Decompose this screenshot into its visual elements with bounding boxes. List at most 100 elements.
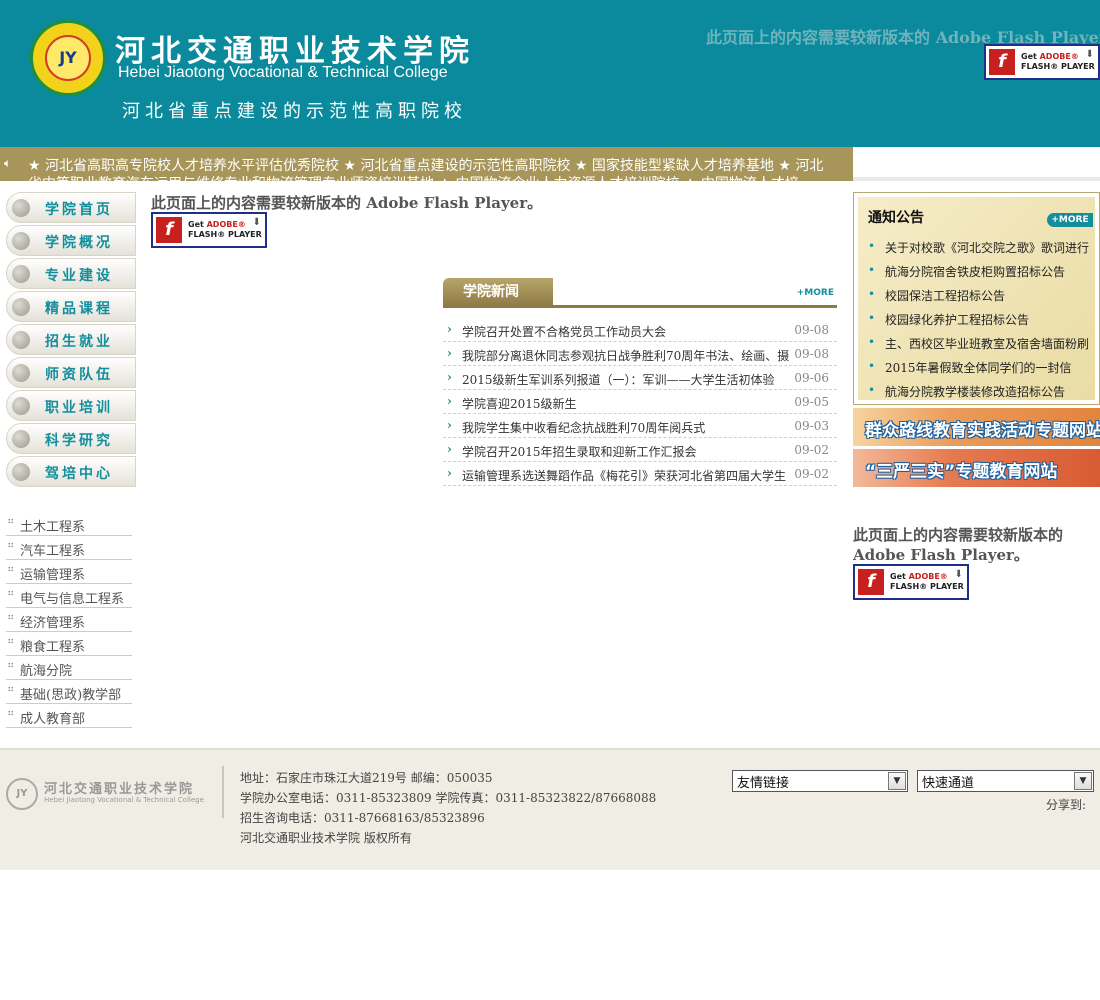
quick-access-select[interactable]: 快速通道 ▼ xyxy=(917,770,1094,792)
news-item[interactable]: › 学院召开2015年招生录取和迎新工作汇报会 09-02 xyxy=(443,438,837,462)
chevron-right-icon: › xyxy=(447,442,452,456)
department-item[interactable]: ⠶ 成人教育部 xyxy=(6,704,132,728)
news-header: 学院新闻 +MORE xyxy=(443,278,837,308)
chevron-down-icon: ▼ xyxy=(888,772,906,790)
nav-item-home[interactable]: 学院首页 xyxy=(6,192,136,223)
chevron-right-icon: › xyxy=(447,346,452,360)
news-item[interactable]: › 学院召开处置不合格党员工作动员大会 09-08 xyxy=(443,318,837,342)
footer-address: 地址：石家庄市珠江大道219号 邮编：050035 xyxy=(240,771,493,785)
news-item[interactable]: › 我院部分离退休同志参观抗日战争胜利70周年书法、绘画、摄 09-08 xyxy=(443,342,837,366)
footer-logo-cn: 河北交通职业技术学院 xyxy=(44,782,195,797)
friend-links-select[interactable]: 友情链接 ▼ xyxy=(732,770,908,792)
right-flash-notice: 此页面上的内容需要较新版本的 Adobe Flash Player。 xyxy=(853,526,1064,564)
footer-divider xyxy=(222,766,224,818)
main-get-flash-button[interactable]: f Get ADOBE® FLASH® PLAYER ⬇ xyxy=(151,212,267,248)
notice-item[interactable]: • 校园保洁工程招标公告 xyxy=(866,283,1094,307)
footer-phone: 学院办公室电话：0311-85323809 学院传真：0311-85323822… xyxy=(240,791,657,805)
notice-panel-body: 通知公告 +MORE • 关于对校歌《河北交院之歌》歌词进行 • 航海分院宿舍铁皮柜… xyxy=(858,197,1095,400)
share-label[interactable]: 分享到: xyxy=(1046,796,1086,813)
nav-bullet-icon xyxy=(12,397,30,415)
main-flash-notice: 此页面上的内容需要较新版本的 Adobe Flash Player。 xyxy=(151,194,543,212)
notice-more-link[interactable]: +MORE xyxy=(1047,213,1093,227)
main-flash-placeholder: 此页面上的内容需要较新版本的 Adobe Flash Player。 xyxy=(151,192,542,213)
flash-badge-text: Get ADOBE® FLASH® PLAYER xyxy=(188,220,262,239)
main-nav: 学院首页 学院概况 专业建设 精品课程 招生就业 师资队伍 职业培训 科学研究 … xyxy=(6,192,136,489)
news-item[interactable]: › 学院喜迎2015级新生 09-05 xyxy=(443,390,837,414)
nav-item-overview[interactable]: 学院概况 xyxy=(6,225,136,256)
college-name-en: Hebei Jiaotong Vocational & Technical Co… xyxy=(118,64,448,81)
department-item[interactable]: ⠶ 经济管理系 xyxy=(6,608,132,632)
nav-item-majors[interactable]: 专业建设 xyxy=(6,258,136,289)
notice-item[interactable]: • 航海分院教学楼装修改造招标公告 xyxy=(866,379,1094,403)
chevron-right-icon: › xyxy=(447,394,452,408)
bullet-icon: • xyxy=(868,335,876,349)
nav-bullet-icon xyxy=(12,331,30,349)
bullet-icon: • xyxy=(868,359,876,373)
department-item[interactable]: ⠶ 电气与信息工程系 xyxy=(6,584,132,608)
right-get-flash-button[interactable]: f Get ADOBE® FLASH® PLAYER ⬇ xyxy=(853,564,969,600)
header-get-flash-button[interactable]: f Get ADOBE® FLASH® PLAYER ⬇ xyxy=(984,44,1100,80)
dots-icon: ⠶ xyxy=(7,708,15,719)
bullet-icon: • xyxy=(868,263,876,277)
bullet-icon: • xyxy=(868,311,876,325)
nav-bullet-icon xyxy=(12,232,30,250)
news-ticker: 🔈︎ ★ 河北省高职高专院校人才培养水平评估优秀院校 ★ 河北省重点建设的示范性… xyxy=(0,147,853,181)
department-item[interactable]: ⠶ 土木工程系 xyxy=(6,512,132,536)
notice-item[interactable]: • 航海分院宿舍铁皮柜购置招标公告 xyxy=(866,259,1094,283)
bullet-icon: • xyxy=(868,239,876,253)
nav-bullet-icon xyxy=(12,463,30,481)
nav-bullet-icon xyxy=(12,265,30,283)
nav-item-faculty[interactable]: 师资队伍 xyxy=(6,357,136,388)
department-item[interactable]: ⠶ 航海分院 xyxy=(6,656,132,680)
mass-line-banner[interactable]: 群众路线教育实践活动专题网站 xyxy=(853,408,1100,446)
nav-item-courses[interactable]: 精品课程 xyxy=(6,291,136,322)
notice-item[interactable]: • 关于对校歌《河北交院之歌》歌词进行 xyxy=(866,235,1094,259)
department-item[interactable]: ⠶ 粮食工程系 xyxy=(6,632,132,656)
flash-icon: f xyxy=(989,49,1015,75)
ticker-text[interactable]: ★ 河北省高职高专院校人才培养水平评估优秀院校 ★ 河北省重点建设的示范性高职院… xyxy=(28,157,828,181)
dots-icon: ⠶ xyxy=(7,684,15,695)
notice-item[interactable]: • 主、西校区毕业班教室及宿舍墙面粉刷 xyxy=(866,331,1094,355)
dots-icon: ⠶ xyxy=(7,588,15,599)
department-item[interactable]: ⠶ 运输管理系 xyxy=(6,560,132,584)
quick-access-value: 快速通道 xyxy=(922,776,975,791)
download-arrow-icon: ⬇ xyxy=(252,217,261,228)
department-item[interactable]: ⠶ 基础(思政)教学部 xyxy=(6,680,132,704)
chevron-right-icon: › xyxy=(447,370,452,384)
nav-bullet-icon xyxy=(12,199,30,217)
notice-item[interactable]: • 2015年暑假致全体同学们的一封信 xyxy=(866,355,1094,379)
news-item[interactable]: › 2015级新生军训系列报道（一）：军训——大学生活初体验 09-06 xyxy=(443,366,837,390)
friend-links-value: 友情链接 xyxy=(737,776,790,791)
nav-item-research[interactable]: 科学研究 xyxy=(6,423,136,454)
news-item[interactable]: › 我院学生集中收看纪念抗战胜利70周年阅兵式 09-03 xyxy=(443,414,837,438)
footer-logo-en: Hebei Jiaotong Vocational & Technical Co… xyxy=(44,796,204,804)
dots-icon: ⠶ xyxy=(7,660,15,671)
footer-info: 地址：石家庄市珠江大道219号 邮编：050035 学院办公室电话：0311-8… xyxy=(240,768,656,848)
news-more-link[interactable]: +MORE xyxy=(797,288,834,298)
nav-item-training[interactable]: 职业培训 xyxy=(6,390,136,421)
notice-item[interactable]: • 校园绿化养护工程招标公告 xyxy=(866,307,1094,331)
bullet-icon: • xyxy=(868,287,876,301)
three-strict-banner[interactable]: “三严三实”专题教育网站 xyxy=(853,449,1100,487)
chevron-down-icon: ▼ xyxy=(1074,772,1092,790)
ticker-spacer xyxy=(853,147,1100,181)
college-emblem-icon[interactable]: JY xyxy=(30,20,106,96)
dots-icon: ⠶ xyxy=(7,612,15,623)
banner1-text: 群众路线教育实践活动专题网站 xyxy=(865,421,1100,441)
download-arrow-icon: ⬇ xyxy=(954,569,963,580)
dots-icon: ⠶ xyxy=(7,636,15,647)
department-item[interactable]: ⠶ 汽车工程系 xyxy=(6,536,132,560)
dots-icon: ⠶ xyxy=(7,564,15,575)
dots-icon: ⠶ xyxy=(7,540,15,551)
news-item[interactable]: › 运输管理系选送舞蹈作品《梅花引》荣获河北省第四届大学生 09-02 xyxy=(443,462,837,486)
footer-logo: JY 河北交通职业技术学院 Hebei Jiaotong Vocational … xyxy=(6,778,216,810)
bullet-icon: • xyxy=(868,383,876,397)
chevron-right-icon: › xyxy=(447,466,452,480)
footer-emblem-icon: JY xyxy=(6,778,38,810)
site-footer: JY 河北交通职业技术学院 Hebei Jiaotong Vocational … xyxy=(0,748,1100,870)
notice-title: 通知公告 xyxy=(868,210,924,226)
flash-icon: f xyxy=(858,569,884,595)
nav-item-driving-center[interactable]: 驾培中心 xyxy=(6,456,136,487)
nav-item-admission[interactable]: 招生就业 xyxy=(6,324,136,355)
department-list: ⠶ 土木工程系 ⠶ 汽车工程系 ⠶ 运输管理系 ⠶ 电气与信息工程系 ⠶ 经济管理系 ⠶ 粮… xyxy=(6,512,132,728)
